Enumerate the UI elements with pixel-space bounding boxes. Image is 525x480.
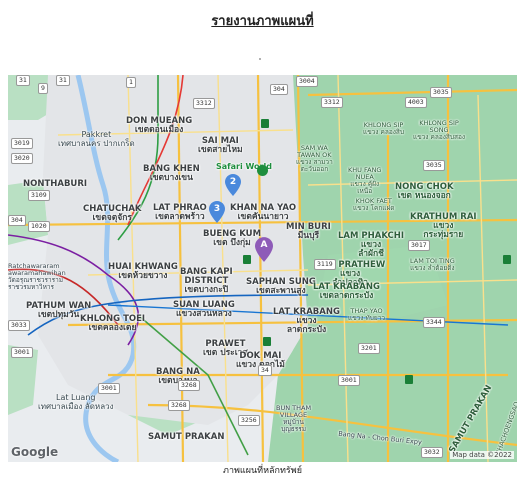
route-shield: 3033 <box>8 320 30 331</box>
place-khlong-sip-song: KHLONG SIP SONG แขวง คลองสิบสอง <box>413 119 466 141</box>
route-shield: 3019 <box>11 138 33 149</box>
route-shield: 3035 <box>423 160 445 171</box>
expressway-icon <box>503 255 511 264</box>
place-khu-fang: KHU FANG NUEA แขวง คู้ฝั่ง เหนือ <box>348 166 382 195</box>
place-lat-luang: Lat Luang เทศบาลเมือง ลัดหลวง <box>38 393 114 411</box>
place-suan-luang: SUAN LUANG แขวงสวนหลวง <box>173 300 235 319</box>
place-sam-wa: SAM WA TAWAN OK แขวง สามวา ตะวันออก <box>296 144 333 173</box>
place-khlong-sip: KHLONG SIP แขวง คลองสิบ <box>363 121 405 136</box>
route-shield: 3001 <box>338 375 360 386</box>
route-shield: 31 <box>56 75 70 86</box>
place-don-mueang: DON MUEANG เขตดอนเมือง <box>126 116 193 135</box>
safari-world-icon[interactable] <box>257 165 268 176</box>
route-shield: 1 <box>126 77 136 88</box>
expressway-icon <box>261 119 269 128</box>
route-shield: 3001 <box>98 383 120 394</box>
place-bueng-kum: BUENG KUM เขต บึงกุ่ม <box>203 229 262 248</box>
route-shield: 3201 <box>358 343 380 354</box>
place-lam-toi-ting: LAM TOI TING แขวง ลำต้อยติ่ง <box>410 257 455 272</box>
place-lat-krabang-district: LAT KRABANG เขตลาดกระบัง <box>313 282 380 301</box>
route-shield: 1020 <box>28 221 50 232</box>
map-marker-3[interactable]: 3 <box>209 201 225 223</box>
place-krathum-rai: KRATHUM RAI แขวง กระทุ่มราย <box>410 212 477 240</box>
route-shield: 31 <box>16 75 30 86</box>
place-khan-na-yao: KHAN NA YAO เขตคันนายาว <box>230 203 297 222</box>
place-chatuchak: CHATUCHAK เขตจตุจักร <box>83 204 142 223</box>
route-shield: 4003 <box>405 97 427 108</box>
map-marker-a[interactable]: A <box>255 237 273 262</box>
place-huai-khwang: HUAI KHWANG เขตห้วยขวาง <box>108 262 178 281</box>
route-shield: 3312 <box>193 98 215 109</box>
place-bang-khen: BANG KHEN เขตบางเขน <box>143 164 200 183</box>
google-logo: Google <box>11 445 59 459</box>
place-samut-prakan: SAMUT PRAKAN <box>148 432 225 442</box>
place-ratchawararam: Ratchawararam awaramahawihan วัดอรุณราชวรา… <box>8 262 66 291</box>
place-nonthaburi: NONTHABURI <box>23 179 88 189</box>
place-lat-phrao: LAT PHRAO เขตลาดพร้าว <box>153 203 207 222</box>
route-shield: 3109 <box>28 190 50 201</box>
expressway-icon <box>243 255 251 264</box>
route-shield: 3020 <box>11 153 33 164</box>
place-saphan-sung: SAPHAN SUNG เขตสะพานสูง <box>246 277 316 296</box>
route-shield: 304 <box>270 84 288 95</box>
map-view[interactable]: DON MUEANG เขตดอนเมือง SAI MAI เขตสายไหม S… <box>8 75 517 462</box>
separator-dot <box>259 58 261 60</box>
marker-label: 2 <box>229 177 237 187</box>
route-shield: 3344 <box>423 317 445 328</box>
map-marker-2[interactable]: 2 <box>225 174 241 196</box>
map-caption: ภาพแผนที่หลักทรัพย์ <box>223 466 302 476</box>
place-khlong-toei: KHLONG TOEI เขตคลองเตย <box>80 314 146 333</box>
expressway-icon <box>405 375 413 384</box>
place-lat-krabang: LAT KRABANG แขวง ลาดกระบัง <box>273 307 340 335</box>
route-shield: 9 <box>38 83 48 94</box>
place-bang-kapi: BANG KAPI DISTRICT เขตบางกะปิ <box>180 267 233 295</box>
marker-label: 3 <box>213 204 221 214</box>
place-min-buri: MIN BURI มีนบุรี <box>286 222 331 241</box>
place-thap-yao: THAP YAO แขวง ทับยาว <box>348 307 386 322</box>
route-shield: 3256 <box>238 415 260 426</box>
route-shield: 3119 <box>314 259 336 270</box>
route-shield: 3032 <box>421 447 443 458</box>
report-title: รายงานภาพแผนที่ <box>211 14 314 29</box>
place-nong-chok: NONG CHOK เขต หนองจอก <box>395 182 454 201</box>
route-shield: 3268 <box>168 400 190 411</box>
place-khok-faet: KHOK FAET แขวง โคกแฝด <box>353 197 395 212</box>
place-lam-phakchi: LAM PHAKCHI แขวง ลำผักชี <box>338 231 405 259</box>
route-shield: 3001 <box>11 347 33 358</box>
route-shield: 34 <box>258 365 272 376</box>
route-shield: 3312 <box>321 97 343 108</box>
route-shield: 3268 <box>178 380 200 391</box>
map-data-attribution[interactable]: Map data ©2022 <box>450 451 514 459</box>
place-bun-tham: BUN THAM VILLAGE หมู่บ้าน บุญธรรม <box>276 404 312 433</box>
route-shield: 3035 <box>430 87 452 98</box>
expressway-icon <box>263 337 271 346</box>
route-shield: 304 <box>8 215 26 226</box>
route-shield: 3004 <box>296 76 318 87</box>
route-shield: 3017 <box>408 240 430 251</box>
place-sai-mai: SAI MAI เขตสายไหม <box>198 136 243 155</box>
marker-label: A <box>260 240 268 250</box>
place-pakkret: Pakkret เทศบาลนคร ปากเกร็ด <box>58 130 135 148</box>
